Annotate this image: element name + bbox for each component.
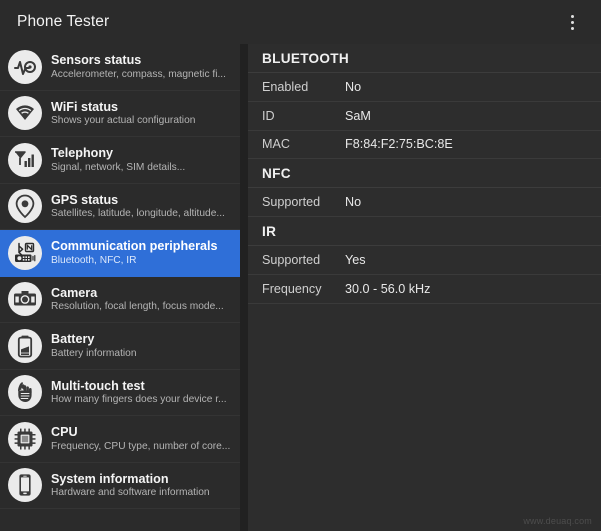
sidebar-item-gps-status[interactable]: GPS status Satellites, latitude, longitu…: [0, 183, 240, 230]
gps-icon: [8, 189, 42, 224]
multi-touch-icon: [8, 375, 42, 410]
section-header-ir: IR: [248, 217, 601, 247]
property-value: SaM: [345, 108, 371, 123]
overflow-dot: [570, 14, 574, 18]
table-row: Enabled No: [248, 73, 601, 102]
sidebar-item-content: Battery Battery information: [51, 332, 234, 359]
property-value: F8:84:F2:75:BC:8E: [345, 137, 453, 152]
detail-panel: BLUETOOTH Enabled No ID SaM MAC F8:84:F2…: [240, 44, 601, 531]
sidebar-item-title: WiFi status: [51, 99, 119, 114]
test-list[interactable]: Sensors status Accelerometer, compass, m…: [0, 44, 240, 531]
property-value: No: [345, 195, 362, 210]
sidebar-item-title: Sensors status: [51, 53, 142, 68]
sidebar-item-content: Telephony Signal, network, SIM details..…: [51, 146, 234, 173]
overflow-dot: [570, 26, 574, 30]
property-value: No: [345, 79, 362, 94]
sidebar-item-system-information[interactable]: System information Hardware and software…: [0, 462, 240, 509]
action-bar: Phone Tester: [0, 0, 601, 44]
sidebar-item-subtitle: Bluetooth, NFC, IR: [51, 254, 137, 266]
property-key: Frequency: [262, 281, 322, 296]
property-value: Yes: [345, 253, 366, 268]
sidebar-item-title: Telephony: [51, 146, 114, 161]
detail-empty-space: [248, 303, 601, 531]
sidebar-item-content: CPU Frequency, CPU type, number of core.…: [51, 425, 234, 452]
cpu-icon: [8, 421, 42, 456]
sidebar-item-content: Camera Resolution, focal length, focus m…: [51, 286, 234, 313]
sidebar-item-title: GPS status: [51, 192, 119, 207]
sidebar-item-subtitle: Resolution, focal length, focus mode...: [51, 301, 224, 313]
sensors-icon: [8, 49, 42, 84]
detail-panel-inner: BLUETOOTH Enabled No ID SaM MAC F8:84:F2…: [248, 44, 601, 531]
sidebar-item-title: Communication peripherals: [51, 239, 218, 254]
sidebar-item-sensors-status[interactable]: Sensors status Accelerometer, compass, m…: [0, 44, 240, 91]
sidebar-item-battery[interactable]: Battery Battery information: [0, 323, 240, 370]
sidebar-item-communication-peripherals[interactable]: Communication peripherals Bluetooth, NFC…: [0, 230, 240, 277]
sidebar-item-content: Communication peripherals Bluetooth, NFC…: [51, 239, 234, 266]
sidebar-item-subtitle: Shows your actual configuration: [51, 115, 196, 127]
table-row: MAC F8:84:F2:75:BC:8E: [248, 130, 601, 160]
sidebar-item-content: GPS status Satellites, latitude, longitu…: [51, 193, 234, 220]
sidebar-item-subtitle: Hardware and software information: [51, 487, 210, 499]
sidebar-item-content: Sensors status Accelerometer, compass, m…: [51, 53, 234, 80]
sidebar-item-telephony[interactable]: Telephony Signal, network, SIM details..…: [0, 137, 240, 184]
property-key: MAC: [262, 137, 290, 152]
phone-tester-app: Phone Tester Sensors status Acceleromete…: [0, 0, 601, 531]
property-key: Supported: [262, 253, 321, 268]
sidebar-item-camera[interactable]: Camera Resolution, focal length, focus m…: [0, 276, 240, 323]
overflow-menu-icon[interactable]: [557, 5, 587, 39]
sidebar-item-title: CPU: [51, 425, 78, 440]
sidebar-item-title: Camera: [51, 285, 98, 300]
sidebar-item-subtitle: Signal, network, SIM details...: [51, 161, 186, 173]
table-row: ID SaM: [248, 101, 601, 131]
sidebar-item-content: WiFi status Shows your actual configurat…: [51, 100, 234, 127]
property-value: 30.0 - 56.0 kHz: [345, 281, 431, 296]
sidebar-item-wifi-status[interactable]: WiFi status Shows your actual configurat…: [0, 90, 240, 137]
page-title: Phone Tester: [17, 13, 110, 30]
battery-icon: [8, 328, 42, 363]
sidebar-item-title: Battery: [51, 332, 95, 347]
system-information-icon: [8, 468, 42, 503]
sidebar-item-subtitle: Accelerometer, compass, magnetic fi...: [51, 68, 226, 80]
sidebar-item-multi-touch-test[interactable]: Multi-touch test How many fingers does y…: [0, 369, 240, 416]
wifi-icon: [8, 96, 42, 131]
main-body: Sensors status Accelerometer, compass, m…: [0, 44, 601, 531]
overflow-dot: [570, 20, 574, 24]
property-key: ID: [262, 108, 275, 123]
telephony-icon: [8, 142, 42, 177]
sidebar-item-subtitle: How many fingers does your device r...: [51, 394, 227, 406]
sidebar-item-content: Multi-touch test How many fingers does y…: [51, 379, 234, 406]
sidebar-item-cpu[interactable]: CPU Frequency, CPU type, number of core.…: [0, 416, 240, 463]
sidebar-item-title: System information: [51, 471, 169, 486]
sidebar-item-content: System information Hardware and software…: [51, 472, 234, 499]
camera-icon: [8, 282, 42, 317]
property-key: Supported: [262, 195, 321, 210]
section-header-nfc: NFC: [248, 159, 601, 189]
table-row: Supported No: [248, 188, 601, 218]
table-row: Supported Yes: [248, 246, 601, 275]
property-key: Enabled: [262, 79, 309, 94]
sidebar-item-subtitle: Battery information: [51, 347, 137, 359]
communication-peripherals-icon: [8, 235, 42, 270]
sidebar-item-subtitle: Frequency, CPU type, number of core...: [51, 440, 231, 452]
section-header-bluetooth: BLUETOOTH: [248, 44, 601, 73]
table-row: Frequency 30.0 - 56.0 kHz: [248, 274, 601, 304]
sidebar-item-subtitle: Satellites, latitude, longitude, altitud…: [51, 208, 225, 220]
sidebar-item-title: Multi-touch test: [51, 378, 145, 393]
